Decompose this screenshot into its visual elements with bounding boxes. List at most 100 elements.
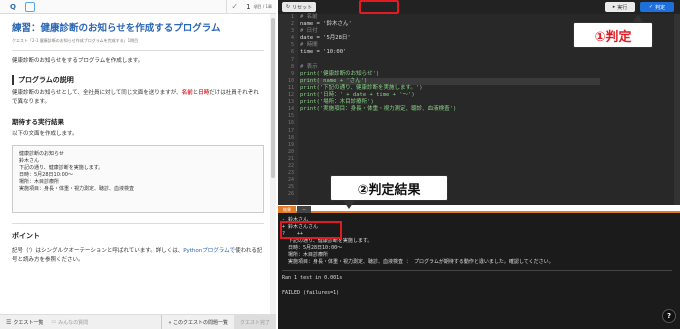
highlight-name: 名前 <box>181 90 193 96</box>
divider <box>12 223 264 224</box>
expected-line: 場所：木目診療所 <box>19 179 60 185</box>
lesson-scrollbar[interactable] <box>270 14 276 314</box>
expected-line: 鈴木さん <box>19 158 40 164</box>
run-label: 実行 <box>617 4 628 11</box>
tab-result[interactable]: 結果 <box>278 206 296 213</box>
line-number: 22 <box>287 162 294 169</box>
line-number: 17 <box>287 127 294 134</box>
callout-pointer <box>632 15 644 23</box>
quest-problems-button[interactable]: « このクエストの問題一覧 <box>161 314 234 329</box>
editor-scrollbar[interactable] <box>674 14 680 205</box>
run-button[interactable]: ▸ 実行 <box>605 2 635 12</box>
line-number: 6 <box>290 49 294 56</box>
progress-indicator: ✓ 1 項目 / 1章 <box>226 0 276 14</box>
help-button[interactable]: ? <box>662 309 676 323</box>
expected-line: 日時：5月28日10:00〜 <box>19 172 73 178</box>
lesson-title: 練習：健康診断のお知らせを作成するプログラム <box>12 23 221 34</box>
description-part-a: 健康診断のお知らせとして、全社員に対して同じ文面を送りますが、 <box>12 90 182 96</box>
line-number: 2 <box>290 21 294 28</box>
code-line: date = '5月28日' <box>300 35 351 42</box>
logo-text: Q <box>10 2 16 11</box>
section-heading-expected: 期待する実行結果 <box>12 118 64 126</box>
annotation-judge: ①判定 <box>573 15 653 48</box>
callout-pointer <box>343 200 355 209</box>
console-ran-line: Ran 1 test in 0.001s <box>282 275 343 281</box>
console-line: 日時：5月28日10:00〜 <box>282 245 343 251</box>
editor-toolbar: ↻ リセット ▸ 実行 ✓ 判定 <box>278 0 680 14</box>
code-line: # 表示 <box>300 63 318 70</box>
console-line: 実施項目：身長・体重・視力測定、聴診、血液検査 ： プログラムが期待する動作と違… <box>282 259 554 265</box>
reset-label: リセット <box>292 4 313 11</box>
section-heading-point: ポイント <box>12 232 40 240</box>
logo-icon[interactable]: Q <box>3 1 23 13</box>
chat-icon: ▭ <box>51 319 57 325</box>
quest-complete-button[interactable]: クエスト完了 <box>233 314 276 329</box>
line-number: 24 <box>287 177 294 184</box>
description-text: 健康診断のお知らせとして、全社員に対して同じ文面を送りますが、名前と日時だけは社… <box>12 89 264 107</box>
quest-list-label: クエスト一覧 <box>13 319 44 326</box>
line-number: 10 <box>287 77 294 84</box>
result-highlight-frame <box>280 221 342 239</box>
reset-button[interactable]: ↻ リセット <box>282 2 316 12</box>
lesson-content: 練習：健康診断のお知らせを作成するプログラム クエスト「2-1 健康診断のお知ら… <box>12 22 264 314</box>
scrollbar-thumb[interactable] <box>271 18 275 178</box>
code-line: print('実施項目：身長・体重・視力測定、聴診、血液検査') <box>300 106 457 113</box>
line-number: 12 <box>287 92 294 99</box>
judge-label: 判定 <box>655 4 666 11</box>
quest-list-link[interactable]: ☰ クエスト一覧 <box>6 319 43 326</box>
line-number: 26 <box>287 191 294 198</box>
check-icon: ✓ <box>231 2 239 11</box>
point-text-a: 記号（'）はシングルクオーテーションと呼ばれています。詳しくは、 <box>12 248 184 254</box>
line-number: 14 <box>287 106 294 113</box>
section-heading-description: プログラムの説明 <box>12 75 264 85</box>
expected-intro: 以下の文面を作成します。 <box>12 131 78 137</box>
expected-line: 実施項目：身長・体重・視力測定、聴診、血液検査 <box>19 186 135 192</box>
line-number: 16 <box>287 120 294 127</box>
line-number: 3 <box>290 28 294 35</box>
line-number: 20 <box>287 148 294 155</box>
expected-output-box: 健康診断のお知らせ 鈴木さん 下記の通り、健康診断を実施します。 日時：5月28… <box>12 145 264 213</box>
judge-button[interactable]: ✓ 判定 <box>640 2 674 12</box>
line-number: 5 <box>290 42 294 49</box>
reset-icon: ↻ <box>285 4 291 10</box>
line-number: 7 <box>290 56 294 63</box>
progress-label: 項目 / 1章 <box>253 3 272 9</box>
list-icon: ☰ <box>6 318 12 326</box>
expected-line: 健康診断のお知らせ <box>19 151 64 157</box>
console-line: 下記の通り、健康診断を実施します。 <box>282 238 373 244</box>
console-tabs: 結果 ー <box>278 206 312 213</box>
search-icon[interactable] <box>25 1 35 12</box>
line-number: 18 <box>287 134 294 141</box>
symbols-link[interactable]: Pythonプログラムで <box>183 248 235 254</box>
questions-link[interactable]: ▭ みんなの質問 <box>51 319 88 326</box>
line-number: 13 <box>287 99 294 106</box>
code-line: print( name + 'さん') <box>300 77 600 85</box>
annotation-result-text: ②判定結果 <box>357 182 421 198</box>
lesson-pane: Q ✓ 1 項目 / 1章 練習：健康診断のお知らせを作成するプログラム クエス… <box>0 0 276 329</box>
progress-count: 1 <box>246 2 251 11</box>
app-root: Q ✓ 1 項目 / 1章 練習：健康診断のお知らせを作成するプログラム クエス… <box>0 0 680 329</box>
console-failed-line: FAILED (failures=1) <box>282 290 340 296</box>
judge-highlight-frame <box>359 0 399 14</box>
lesson-subtitle: クエスト「2-1 健康診断のお知らせ作成プログラムを完成する」1問目 <box>12 38 139 43</box>
line-number: 25 <box>287 184 294 191</box>
annotation-judge-text: ①判定 <box>594 29 632 45</box>
console-separator <box>282 270 672 271</box>
code-line: name = '鈴木さん' <box>300 21 352 28</box>
highlight-datetime: 日時 <box>198 90 210 96</box>
code-line: time = '10:00' <box>300 49 347 56</box>
divider <box>12 50 264 51</box>
play-icon: ▸ <box>612 4 616 10</box>
code-line: print('下記の通り、健康診断を実施します。') <box>300 84 423 91</box>
expected-line: 下記の通り、健康診断を実施します。 <box>19 165 104 171</box>
questions-label: みんなの質問 <box>58 319 89 326</box>
lesson-bottombar: ☰ クエスト一覧 ▭ みんなの質問 « このクエストの問題一覧 クエスト完了 <box>0 314 276 329</box>
tab-other[interactable]: ー <box>297 206 311 213</box>
code-line: # 時間 <box>300 42 318 49</box>
